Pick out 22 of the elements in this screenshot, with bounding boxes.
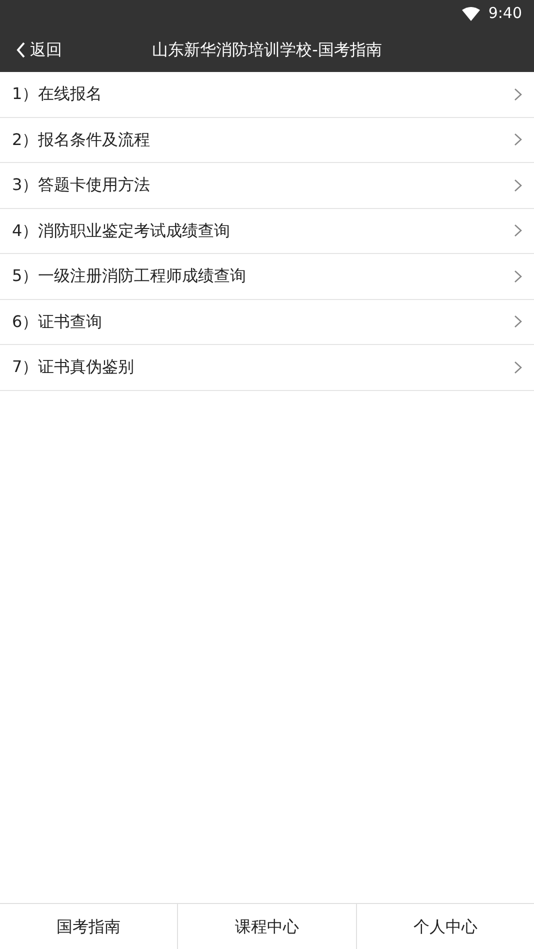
menu-item[interactable]: 4）消防职业鉴定考试成绩查询 bbox=[0, 208, 534, 254]
menu-item[interactable]: 3）答题卡使用方法 bbox=[0, 163, 534, 208]
tab-button[interactable]: 国考指南 bbox=[0, 904, 178, 949]
chevron-right-icon bbox=[514, 88, 522, 101]
page-title: 山东新华消防培训学校-国考指南 bbox=[152, 38, 382, 60]
chevron-left-icon bbox=[16, 42, 26, 58]
chevron-right-icon bbox=[514, 270, 522, 283]
tab-button[interactable]: 个人中心 bbox=[356, 904, 534, 949]
wifi-icon bbox=[462, 6, 480, 20]
chevron-right-icon bbox=[514, 315, 522, 328]
menu-item[interactable]: 7）证书真伪鉴别 bbox=[0, 345, 534, 390]
menu-item[interactable]: 6）证书查询 bbox=[0, 300, 534, 345]
back-button[interactable]: 返回 bbox=[0, 38, 62, 62]
chevron-right-icon bbox=[514, 133, 522, 146]
menu-item[interactable]: 2）报名条件及流程 bbox=[0, 118, 534, 163]
chevron-right-icon bbox=[514, 360, 522, 374]
chevron-right-icon bbox=[514, 178, 522, 192]
chevron-right-icon bbox=[514, 224, 522, 238]
status-time: 9:40 bbox=[488, 3, 522, 24]
tab-button[interactable]: 课程中心 bbox=[177, 904, 356, 949]
menu-item[interactable]: 1）在线报名 bbox=[0, 72, 534, 118]
menu-item[interactable]: 5）一级注册消防工程师成绩查询 bbox=[0, 254, 534, 300]
